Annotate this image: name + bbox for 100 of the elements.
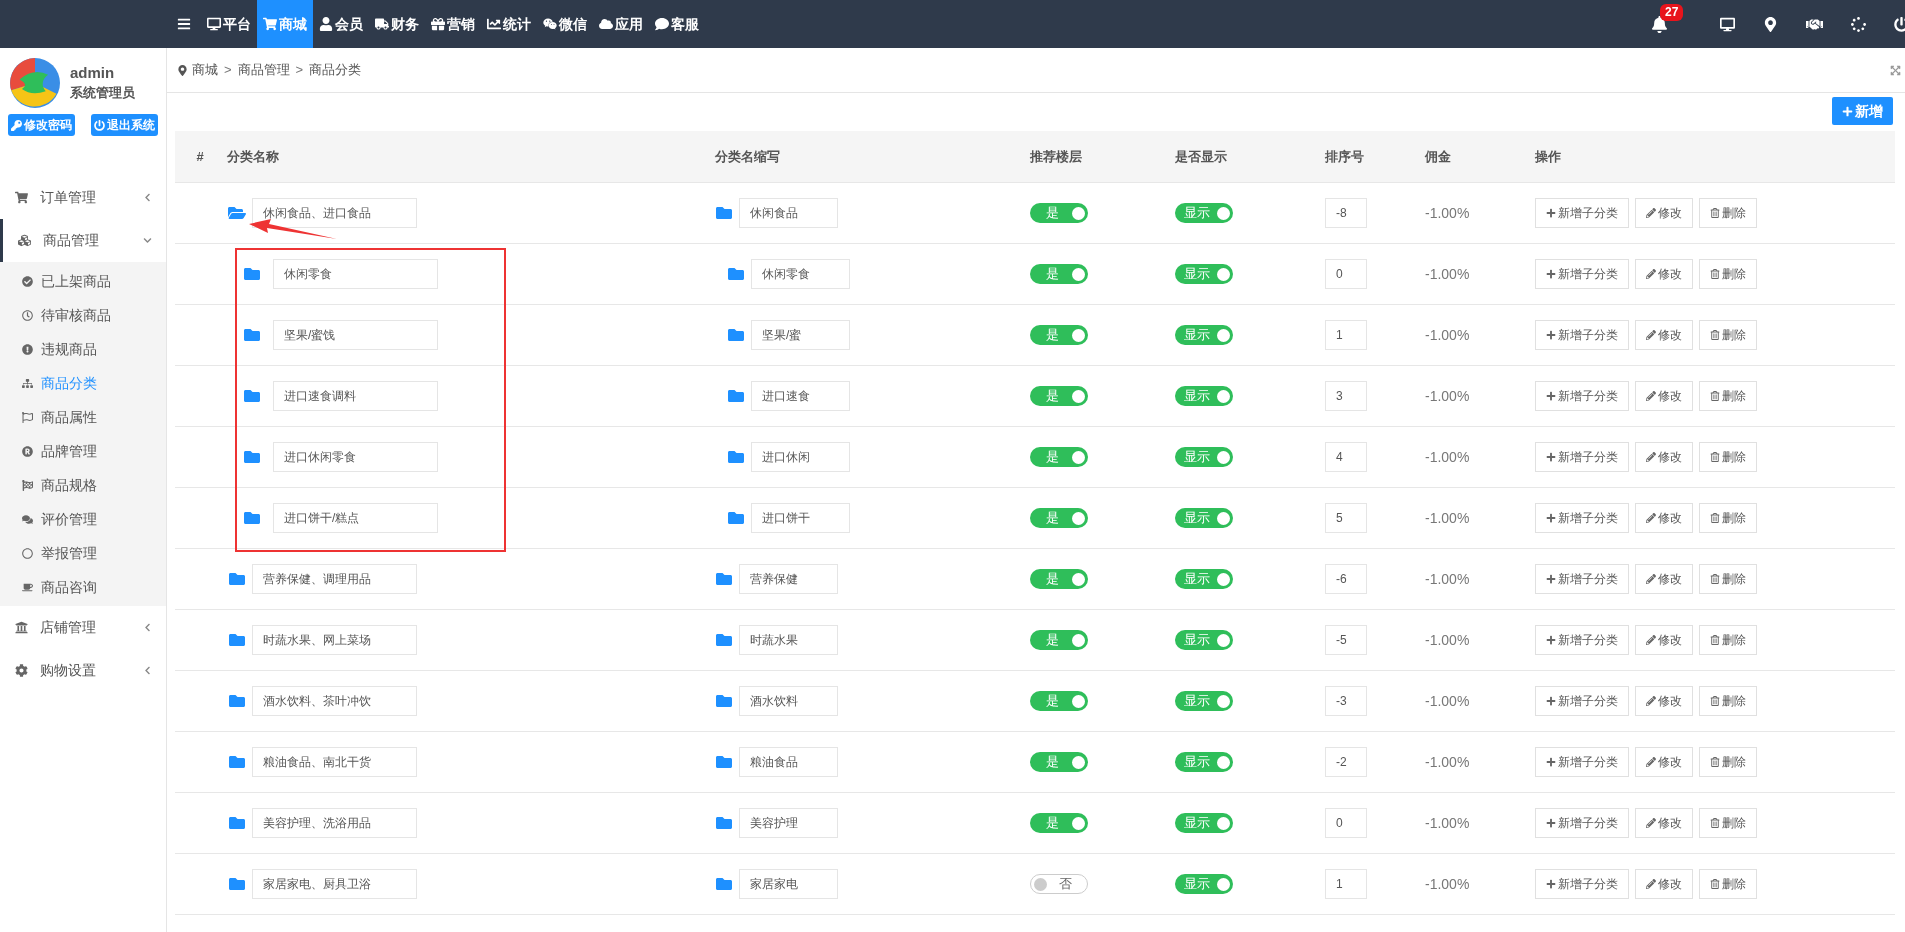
breadcrumb-item[interactable]: 商城 <box>192 60 218 80</box>
abbreviation-field[interactable]: 粮油食品 <box>739 747 838 777</box>
sort-order-field[interactable]: 0 <box>1325 259 1367 289</box>
submenu-item[interactable]: 商品咨询 <box>0 570 166 604</box>
delete-button[interactable]: 删除 <box>1699 564 1757 594</box>
nav-tab[interactable]: 会员 <box>313 0 369 48</box>
sort-order-field[interactable]: -8 <box>1325 198 1367 228</box>
folder-icon[interactable] <box>243 449 261 465</box>
sort-order-field[interactable]: 0 <box>1325 808 1367 838</box>
folder-icon[interactable] <box>228 815 246 831</box>
delete-button[interactable]: 删除 <box>1699 747 1757 777</box>
nav-tab[interactable]: 统计 <box>481 0 537 48</box>
sort-order-field[interactable]: 1 <box>1325 869 1367 899</box>
sort-order-field[interactable]: 4 <box>1325 442 1367 472</box>
submenu-item[interactable]: 违规商品 <box>0 332 166 366</box>
submenu-item[interactable]: 已上架商品 <box>0 264 166 298</box>
sort-order-field[interactable]: -6 <box>1325 564 1367 594</box>
submenu-item[interactable]: 举报管理 <box>0 536 166 570</box>
abbreviation-field[interactable]: 进口休闲 <box>751 442 850 472</box>
category-name-field[interactable]: 休闲食品、进口食品 <box>252 198 417 228</box>
fullscreen-icon[interactable] <box>1890 64 1901 76</box>
nav-tab[interactable]: 客服 <box>649 0 705 48</box>
delete-button[interactable]: 删除 <box>1699 808 1757 838</box>
monitor-icon[interactable] <box>1720 16 1735 32</box>
folder-icon[interactable] <box>228 632 246 648</box>
nav-tab[interactable]: 平台 <box>201 0 257 48</box>
nav-tab[interactable]: 财务 <box>369 0 425 48</box>
add-subcategory-button[interactable]: 新增子分类 <box>1535 564 1629 594</box>
edit-button[interactable]: 修改 <box>1635 564 1693 594</box>
edit-button[interactable]: 修改 <box>1635 869 1693 899</box>
submenu-item[interactable]: 待审核商品 <box>0 298 166 332</box>
delete-button[interactable]: 删除 <box>1699 320 1757 350</box>
folder-icon[interactable] <box>228 571 246 587</box>
folder-icon[interactable] <box>228 876 246 892</box>
abbreviation-field[interactable]: 进口速食 <box>751 381 850 411</box>
submenu-item[interactable]: 品牌管理 <box>0 434 166 468</box>
edit-button[interactable]: 修改 <box>1635 625 1693 655</box>
edit-button[interactable]: 修改 <box>1635 747 1693 777</box>
category-name-field[interactable]: 时蔬水果、网上菜场 <box>252 625 417 655</box>
delete-button[interactable]: 删除 <box>1699 625 1757 655</box>
edit-button[interactable]: 修改 <box>1635 686 1693 716</box>
nav-tab[interactable]: 营销 <box>425 0 481 48</box>
open-folder-icon[interactable] <box>228 205 246 221</box>
add-subcategory-button[interactable]: 新增子分类 <box>1535 869 1629 899</box>
recommend-toggle[interactable]: 否 <box>1030 874 1088 894</box>
delete-button[interactable]: 删除 <box>1699 259 1757 289</box>
add-subcategory-button[interactable]: 新增子分类 <box>1535 442 1629 472</box>
edit-button[interactable]: 修改 <box>1635 320 1693 350</box>
submenu-item[interactable]: 评价管理 <box>0 502 166 536</box>
nav-tab[interactable]: 微信 <box>537 0 593 48</box>
abbreviation-field[interactable]: 休闲零食 <box>751 259 850 289</box>
sort-order-field[interactable]: 5 <box>1325 503 1367 533</box>
nav-tab[interactable]: 应用 <box>593 0 649 48</box>
abbreviation-field[interactable]: 营养保健 <box>739 564 838 594</box>
sort-order-field[interactable]: -2 <box>1325 747 1367 777</box>
sidebar-menu-item[interactable]: 店铺管理 <box>0 606 166 649</box>
sidebar-menu-item[interactable]: 订单管理 <box>0 176 166 219</box>
category-name-field[interactable]: 家居家电、厨具卫浴 <box>252 869 417 899</box>
folder-icon[interactable] <box>243 388 261 404</box>
folder-icon[interactable] <box>243 510 261 526</box>
delete-button[interactable]: 删除 <box>1699 198 1757 228</box>
power-icon[interactable] <box>1894 16 1905 32</box>
category-name-field[interactable]: 进口休闲零食 <box>273 442 438 472</box>
delete-button[interactable]: 删除 <box>1699 442 1757 472</box>
add-subcategory-button[interactable]: 新增子分类 <box>1535 625 1629 655</box>
folder-icon[interactable] <box>228 693 246 709</box>
edit-button[interactable]: 修改 <box>1635 442 1693 472</box>
category-name-field[interactable]: 进口饼干/糕点 <box>273 503 438 533</box>
category-name-field[interactable]: 营养保健、调理用品 <box>252 564 417 594</box>
category-name-field[interactable]: 粮油食品、南北干货 <box>252 747 417 777</box>
abbreviation-field[interactable]: 坚果/蜜 <box>751 320 850 350</box>
add-subcategory-button[interactable]: 新增子分类 <box>1535 747 1629 777</box>
abbreviation-field[interactable]: 酒水饮料 <box>739 686 838 716</box>
delete-button[interactable]: 删除 <box>1699 686 1757 716</box>
location-pin-icon[interactable] <box>1763 16 1778 32</box>
add-subcategory-button[interactable]: 新增子分类 <box>1535 808 1629 838</box>
abbreviation-field[interactable]: 美容护理 <box>739 808 838 838</box>
spinner-icon[interactable] <box>1851 16 1866 32</box>
sidebar-menu-item[interactable]: 购物设置 <box>0 649 166 692</box>
sort-order-field[interactable]: 3 <box>1325 381 1367 411</box>
edit-button[interactable]: 修改 <box>1635 503 1693 533</box>
breadcrumb-item[interactable]: 商品管理 <box>237 60 290 80</box>
abbreviation-field[interactable]: 休闲食品 <box>739 198 838 228</box>
edit-button[interactable]: 修改 <box>1635 808 1693 838</box>
delete-button[interactable]: 删除 <box>1699 381 1757 411</box>
abbreviation-field[interactable]: 家居家电 <box>739 869 838 899</box>
add-subcategory-button[interactable]: 新增子分类 <box>1535 503 1629 533</box>
submenu-item[interactable]: 商品属性 <box>0 400 166 434</box>
folder-icon[interactable] <box>243 266 261 282</box>
add-subcategory-button[interactable]: 新增子分类 <box>1535 381 1629 411</box>
add-subcategory-button[interactable]: 新增子分类 <box>1535 686 1629 716</box>
folder-icon[interactable] <box>243 327 261 343</box>
edit-button[interactable]: 修改 <box>1635 259 1693 289</box>
add-subcategory-button[interactable]: 新增子分类 <box>1535 198 1629 228</box>
category-name-field[interactable]: 坚果/蜜饯 <box>273 320 438 350</box>
category-name-field[interactable]: 休闲零食 <box>273 259 438 289</box>
abbreviation-field[interactable]: 进口饼干 <box>751 503 850 533</box>
category-name-field[interactable]: 美容护理、洗浴用品 <box>252 808 417 838</box>
folder-icon[interactable] <box>228 754 246 770</box>
edit-button[interactable]: 修改 <box>1635 198 1693 228</box>
